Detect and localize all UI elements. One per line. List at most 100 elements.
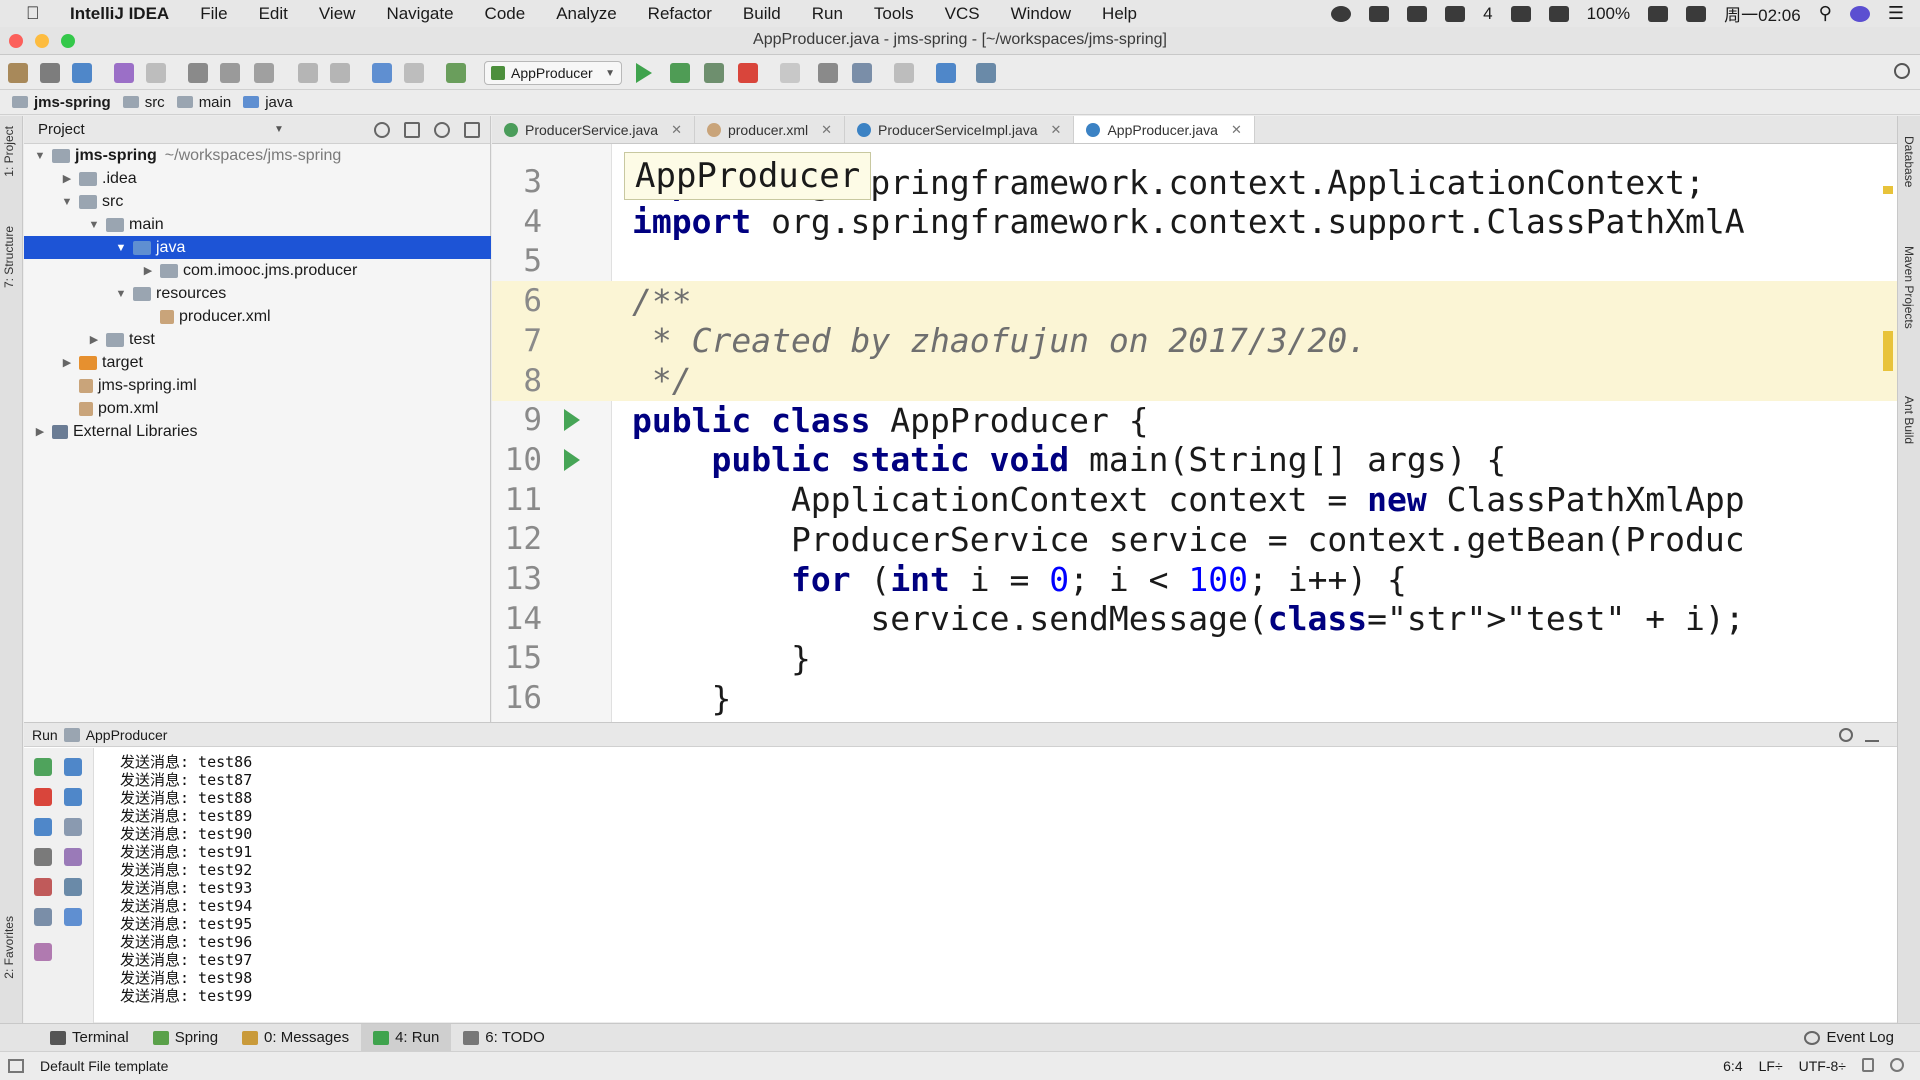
debug-icon[interactable]: [670, 63, 690, 83]
code-line[interactable]: 7 * Created by zhaofujun on 2017/3/20.: [492, 320, 1897, 361]
menubar-clock[interactable]: 周一02:06: [1724, 1, 1801, 26]
close-icon[interactable]: ✕: [1051, 122, 1062, 138]
open-folder-icon[interactable]: [8, 63, 28, 83]
breadcrumb-item-project[interactable]: jms-spring: [12, 94, 111, 111]
project-tree-item[interactable]: ▼ main: [24, 213, 491, 236]
breadcrumb-item-main[interactable]: main: [176, 94, 231, 111]
hide-panel-icon[interactable]: [1865, 728, 1879, 742]
vcs-icon[interactable]: [976, 63, 996, 83]
settings-icon[interactable]: [818, 63, 838, 83]
project-tree-item[interactable]: ▶ test: [24, 328, 491, 351]
close-icon[interactable]: ✕: [1231, 122, 1242, 138]
scroll-to-end-icon[interactable]: [64, 848, 82, 866]
apple-icon[interactable]: : [26, 3, 48, 24]
project-tree-item[interactable]: producer.xml: [24, 305, 491, 328]
bottom-tab[interactable]: Spring: [141, 1024, 230, 1052]
expand-right-icon[interactable]: ▶: [140, 264, 156, 277]
siri-icon[interactable]: [1849, 5, 1870, 22]
project-tree-item[interactable]: ▶ target: [24, 351, 491, 374]
menu-vcs[interactable]: VCS: [945, 4, 980, 24]
notification-center-icon[interactable]: ☰: [1888, 3, 1904, 24]
menu-run[interactable]: Run: [812, 4, 843, 24]
close-icon[interactable]: ✕: [671, 122, 682, 138]
expand-down-icon[interactable]: ▼: [86, 219, 102, 231]
restore-layout-icon[interactable]: [34, 908, 52, 926]
project-tree-item[interactable]: ▶ .idea: [24, 167, 491, 190]
code-line[interactable]: 13 for (int i = 0; i < 100; i++) {: [492, 559, 1897, 599]
event-log-button[interactable]: Event Log: [1804, 1029, 1894, 1046]
bottom-tab[interactable]: Terminal: [38, 1024, 141, 1052]
dump-threads-icon[interactable]: [34, 848, 52, 866]
screen-record-icon[interactable]: [1331, 5, 1352, 22]
expand-down-icon[interactable]: ▼: [59, 196, 75, 208]
code-line[interactable]: 9 public class AppProducer {: [492, 400, 1897, 440]
expand-down-icon[interactable]: ▼: [113, 288, 129, 300]
editor-tab[interactable]: ProducerServiceImpl.java ✕: [845, 116, 1075, 143]
code-line[interactable]: 15 }: [492, 638, 1897, 678]
close-icon[interactable]: ✕: [821, 122, 832, 138]
input-method-icon[interactable]: [1686, 5, 1707, 22]
bottom-tab[interactable]: 4: Run: [361, 1023, 452, 1052]
status-layout-icon[interactable]: [8, 1059, 24, 1073]
project-tree-item[interactable]: jms-spring.iml: [24, 374, 491, 397]
menu-edit[interactable]: Edit: [259, 4, 288, 24]
breadcrumb-item-java[interactable]: java: [243, 94, 293, 111]
tool-tab-maven-projects[interactable]: Maven Projects: [1902, 246, 1916, 329]
menu-app-name[interactable]: IntelliJ IDEA: [70, 4, 169, 24]
gear-icon[interactable]: [434, 122, 450, 138]
wechat-icon[interactable]: [1445, 5, 1466, 22]
scroll-up-icon[interactable]: [64, 758, 82, 776]
expand-right-icon[interactable]: ▶: [59, 172, 75, 185]
project-tree-item[interactable]: ▶ External Libraries: [24, 420, 491, 443]
code-line[interactable]: 11 ApplicationContext context = new Clas…: [492, 480, 1897, 520]
line-separator[interactable]: LF÷: [1759, 1058, 1783, 1074]
collapse-all-icon[interactable]: [404, 122, 420, 138]
save-all-icon[interactable]: [40, 63, 60, 83]
chevron-down-icon[interactable]: ▼: [274, 124, 284, 135]
redo-icon[interactable]: [146, 63, 166, 83]
search-everywhere-icon[interactable]: [1894, 63, 1910, 79]
pin-tab-icon[interactable]: [34, 943, 52, 961]
expand-right-icon[interactable]: ▶: [32, 425, 48, 438]
code-line[interactable]: 5: [492, 241, 1897, 281]
expand-right-icon[interactable]: ▶: [86, 333, 102, 346]
menu-view[interactable]: View: [319, 4, 356, 24]
lock-icon[interactable]: [1862, 1058, 1874, 1072]
menu-help[interactable]: Help: [1102, 4, 1137, 24]
breadcrumb-item-src[interactable]: src: [122, 94, 165, 111]
tool-tab-database[interactable]: Database: [1902, 136, 1916, 187]
menu-refactor[interactable]: Refactor: [648, 4, 712, 24]
qq-icon[interactable]: [1369, 5, 1390, 22]
expand-down-icon[interactable]: ▼: [32, 150, 48, 162]
run-gutter-icon[interactable]: [564, 409, 580, 432]
project-tree-item[interactable]: ▼ java: [24, 236, 491, 259]
project-tree-item[interactable]: ▶ com.imooc.jms.producer: [24, 259, 491, 282]
menu-tools[interactable]: Tools: [874, 4, 914, 24]
run-config-tab[interactable]: AppProducer: [86, 727, 168, 743]
bottom-tab[interactable]: 0: Messages: [230, 1024, 361, 1052]
synchronize-icon[interactable]: [72, 63, 92, 83]
menu-analyze[interactable]: Analyze: [556, 4, 616, 24]
file-encoding[interactable]: UTF-8÷: [1799, 1058, 1846, 1074]
project-tree-item[interactable]: ▼ src: [24, 190, 491, 213]
clear-all-icon[interactable]: [64, 908, 82, 926]
tool-tab-ant-build[interactable]: Ant Build: [1902, 396, 1916, 444]
code-line[interactable]: 16 }: [492, 678, 1897, 718]
help-icon[interactable]: [936, 63, 956, 83]
bottom-tab[interactable]: 6: TODO: [451, 1024, 556, 1052]
hide-panel-icon[interactable]: [464, 122, 480, 138]
project-structure-icon[interactable]: [852, 63, 872, 83]
expand-right-icon[interactable]: ▶: [59, 356, 75, 369]
stop-icon[interactable]: [738, 63, 758, 83]
editor-tab[interactable]: ProducerService.java ✕: [492, 116, 695, 143]
project-tree-item[interactable]: ▼ resources: [24, 282, 491, 305]
build-artifact-icon[interactable]: [780, 63, 800, 83]
run-icon[interactable]: [636, 63, 652, 83]
wifi-icon[interactable]: [1510, 5, 1531, 22]
sdk-download-icon[interactable]: [894, 63, 914, 83]
scroll-down-icon[interactable]: [64, 788, 82, 806]
code-line[interactable]: 10 public static void main(String[] args…: [492, 440, 1897, 480]
spotlight-search-icon[interactable]: ⚲: [1819, 3, 1832, 24]
editor-tab[interactable]: producer.xml ✕: [695, 116, 846, 143]
replace-icon[interactable]: [330, 63, 350, 83]
